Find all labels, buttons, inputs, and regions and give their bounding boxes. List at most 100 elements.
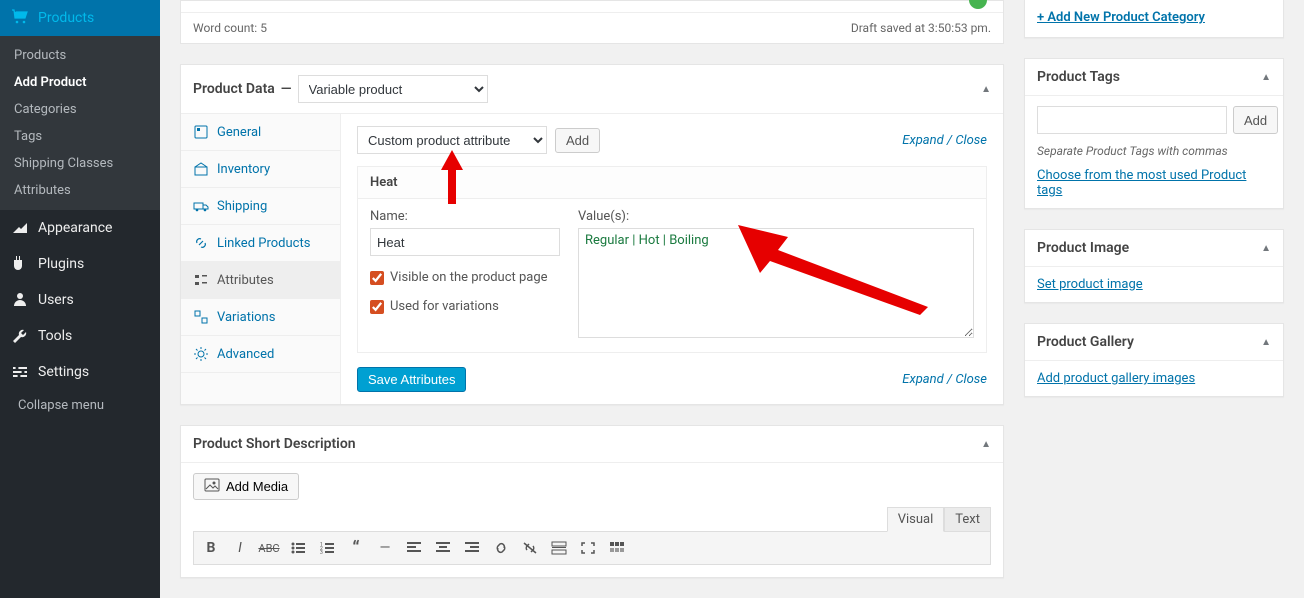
attributes-icon [193,272,209,288]
expand-close-link-bottom[interactable]: Expand / Close [902,372,987,387]
advanced-icon [193,346,209,362]
attribute-type-select[interactable]: Custom product attribute [357,126,547,154]
toggle-panel-icon[interactable]: ▲ [1261,72,1271,83]
word-count: Word count: 5 [193,21,267,35]
menu-label: Tools [38,328,72,344]
attribute-values-textarea[interactable]: Regular | Hot | Boiling [578,228,974,338]
linked-icon [193,235,209,251]
short-description-box: Product Short Description ▲ Add Media Vi… [180,425,1004,578]
name-label: Name: [370,209,560,224]
fullscreen-button[interactable] [574,535,602,561]
used-variations-checkbox[interactable] [370,300,384,314]
submenu-products[interactable]: Products [0,42,160,69]
align-left-button[interactable] [400,535,428,561]
italic-button[interactable]: I [226,535,254,561]
tab-shipping[interactable]: Shipping [181,188,340,225]
tab-linked-products[interactable]: Linked Products [181,225,340,262]
tab-inventory[interactable]: Inventory [181,151,340,188]
tab-attributes[interactable]: Attributes [181,262,340,299]
inventory-icon [193,161,209,177]
tools-icon [10,326,30,346]
general-icon [193,124,209,140]
collapse-label: Collapse menu [18,398,104,413]
product-tags-widget: Product Tags▲ Add Separate Product Tags … [1024,58,1284,209]
tag-input[interactable] [1037,106,1227,134]
attribute-name-input[interactable] [370,228,560,256]
svg-text:3: 3 [320,550,323,555]
product-data-tabs: General Inventory Shipping Linked Produc… [181,114,341,404]
add-tag-button[interactable]: Add [1233,106,1278,134]
menu-users[interactable]: Users [0,282,160,318]
menu-tools[interactable]: Tools [0,318,160,354]
plugin-icon [10,254,30,274]
menu-plugins[interactable]: Plugins [0,246,160,282]
short-description-title: Product Short Description [193,436,356,452]
main-content: Word count: 5 Draft saved at 3:50:53 pm.… [160,0,1024,598]
widget-title: Product Tags [1037,69,1120,85]
product-image-widget: Product Image▲ Set product image [1024,229,1284,303]
strikethrough-button[interactable]: ABC [255,535,283,561]
blockquote-button[interactable]: “ [342,535,370,561]
attribute-block: Heat Name: Visible on the product page [357,166,987,353]
editor-tab-text[interactable]: Text [944,507,991,532]
choose-tags-link[interactable]: Choose from the most used Product tags [1037,168,1246,198]
set-product-image-link[interactable]: Set product image [1037,277,1143,292]
tab-advanced[interactable]: Advanced [181,336,340,373]
menu-products[interactable]: Products [0,0,160,36]
expand-close-link[interactable]: Expand / Close [902,133,987,148]
toggle-panel-icon[interactable]: ▲ [1261,243,1271,254]
visible-checkbox[interactable] [370,271,384,285]
products-submenu: Products Add Product Categories Tags Shi… [0,36,160,210]
cart-icon [10,8,30,28]
submenu-tags[interactable]: Tags [0,123,160,150]
toggle-panel-icon[interactable]: ▲ [1261,337,1271,348]
editor-tab-visual[interactable]: Visual [887,507,945,532]
bold-button[interactable]: B [197,535,225,561]
product-type-select[interactable]: Variable product [298,75,488,103]
product-data-box: Product Data — Variable product ▲ Genera… [180,64,1004,405]
save-attributes-button[interactable]: Save Attributes [357,367,466,392]
editor-toolbar: B I ABC 123 “ — [193,531,991,565]
submenu-add-product[interactable]: Add Product [0,69,160,96]
add-media-button[interactable]: Add Media [193,473,299,500]
add-gallery-images-link[interactable]: Add product gallery images [1037,371,1195,386]
submenu-shipping-classes[interactable]: Shipping Classes [0,150,160,177]
attributes-panel: Custom product attribute Add Expand / Cl… [341,114,1003,404]
toggle-panel-icon[interactable]: ▲ [981,439,991,450]
toolbar-toggle-button[interactable] [603,535,631,561]
used-variations-label: Used for variations [390,299,499,314]
right-column: + Add New Product Category Product Tags ▲… [1024,0,1304,598]
add-category-link[interactable]: + Add New Product Category [1025,0,1283,37]
users-icon [10,290,30,310]
appearance-icon [10,218,30,238]
media-icon [204,478,220,495]
submenu-categories[interactable]: Categories [0,96,160,123]
submenu-attributes[interactable]: Attributes [0,177,160,204]
bullet-list-button[interactable] [284,535,312,561]
product-gallery-widget: Product Gallery▲ Add product gallery ima… [1024,323,1284,397]
settings-icon [10,362,30,382]
menu-label: Settings [38,364,89,380]
align-right-button[interactable] [458,535,486,561]
draft-saved-status: Draft saved at 3:50:53 pm. [851,21,991,35]
toggle-panel-icon[interactable]: ▲ [981,84,991,95]
menu-label: Appearance [38,220,112,236]
number-list-button[interactable]: 123 [313,535,341,561]
variations-icon [193,309,209,325]
attribute-title[interactable]: Heat [358,167,986,199]
shipping-icon [193,198,209,214]
align-center-button[interactable] [429,535,457,561]
add-attribute-button[interactable]: Add [555,128,600,153]
product-data-title: Product Data — Variable product [193,75,488,103]
hr-button[interactable]: — [371,535,399,561]
insert-more-button[interactable] [545,535,573,561]
collapse-menu[interactable]: Collapse menu [0,390,160,421]
menu-label: Products [38,10,94,26]
visible-label: Visible on the product page [390,270,548,285]
tab-general[interactable]: General [181,114,340,151]
menu-appearance[interactable]: Appearance [0,210,160,246]
tab-variations[interactable]: Variations [181,299,340,336]
link-button[interactable] [487,535,515,561]
unlink-button[interactable] [516,535,544,561]
menu-settings[interactable]: Settings [0,354,160,390]
